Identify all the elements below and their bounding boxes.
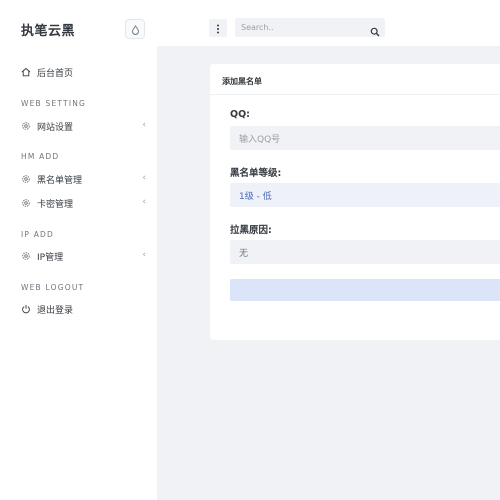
home-icon	[21, 67, 31, 77]
sidebar-item-cards[interactable]: 卡密管理 ‹	[21, 195, 151, 211]
search-input[interactable]	[235, 18, 360, 37]
droplet-icon	[131, 20, 140, 39]
qq-label: QQ:	[230, 109, 250, 120]
level-label: 黑名单等级:	[230, 168, 282, 179]
sidebar-item-site-settings[interactable]: 网站设置 ‹	[21, 118, 151, 134]
brand-title: 执笔云黑	[21, 24, 76, 39]
card-title: 添加黑名单	[222, 77, 262, 86]
sidebar-item-label: 后台首页	[37, 68, 74, 79]
chevron-left-icon: ‹	[142, 197, 146, 207]
sidebar-item-blacklist[interactable]: 黑名单管理 ‹	[21, 171, 151, 187]
section-hm-add: HM ADD	[21, 152, 60, 161]
gear-icon	[21, 198, 31, 208]
add-blacklist-card: 添加黑名单 QQ: 输入QQ号 黑名单等级: 1级 - 低 拉黑原因: 无	[210, 64, 500, 340]
chevron-left-icon: ‹	[142, 120, 146, 130]
qq-input[interactable]: 输入QQ号	[230, 126, 500, 150]
search-box	[235, 18, 385, 37]
section-web-setting: WEB SETTING	[21, 99, 87, 108]
level-select[interactable]: 1级 - 低	[230, 183, 500, 207]
submit-button[interactable]	[230, 279, 500, 301]
search-icon[interactable]	[370, 22, 380, 37]
sidebar-item-home[interactable]: 后台首页	[21, 64, 151, 80]
theme-toggle-button[interactable]	[125, 19, 145, 39]
more-menu-button[interactable]	[209, 19, 227, 37]
chevron-left-icon: ‹	[142, 173, 146, 183]
sidebar-item-label: 黑名单管理	[37, 175, 83, 186]
sidebar-item-label: 退出登录	[37, 305, 74, 316]
power-icon	[21, 304, 31, 314]
sidebar-item-label: 卡密管理	[37, 199, 74, 210]
sidebar: 执笔云黑 后台首页 WEB SETTING 网站设置 ‹ HM ADD 黑名单管…	[0, 0, 157, 500]
reason-label: 拉黑原因:	[230, 225, 272, 236]
sidebar-item-logout[interactable]: 退出登录	[21, 301, 151, 317]
chevron-left-icon: ‹	[142, 250, 146, 260]
section-ip-add: IP ADD	[21, 230, 54, 239]
sidebar-item-label: IP管理	[37, 252, 64, 263]
sidebar-item-ip[interactable]: IP管理 ‹	[21, 248, 151, 264]
topbar	[157, 0, 500, 46]
card-divider	[210, 94, 500, 95]
gear-icon	[21, 174, 31, 184]
section-web-logout: WEB LOGOUT	[21, 283, 85, 292]
gear-icon	[21, 251, 31, 261]
reason-input[interactable]: 无	[230, 240, 500, 264]
vertical-dots-icon	[216, 19, 220, 38]
gear-icon	[21, 121, 31, 131]
sidebar-item-label: 网站设置	[37, 122, 74, 133]
